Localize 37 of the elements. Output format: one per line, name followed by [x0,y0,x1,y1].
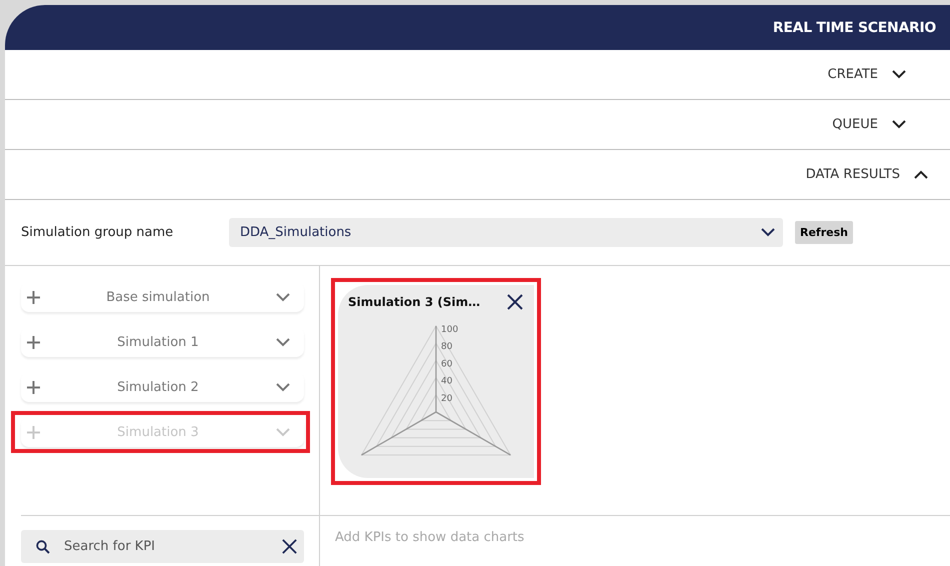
chevron-down-icon [761,228,775,237]
chevron-down-icon [276,292,290,302]
chevron-down-icon [276,382,290,392]
search-input[interactable]: Search for KPI [62,538,269,555]
section-header[interactable]: DATA RESULTS [5,150,950,200]
section-label: CREATE [828,67,878,82]
plus-icon[interactable] [27,380,40,394]
refresh-button[interactable]: Refresh [795,221,853,244]
plus-icon[interactable] [27,290,40,304]
axis-tick-label: 40 [441,376,452,387]
simulation-item[interactable]: Simulation 2 [21,372,304,402]
close-icon[interactable] [506,293,524,311]
group-select[interactable]: DDA_Simulations [229,218,783,247]
section-header[interactable]: QUEUE [5,100,950,150]
simulation-name: Simulation 1 [116,334,200,350]
plus-icon[interactable] [27,336,40,348]
search-field[interactable]: Search for KPI [21,530,304,563]
close-icon[interactable] [281,538,298,555]
simulation-name: Simulation 3 [116,424,200,440]
axis-tick-label: 100 [441,325,458,335]
chevron-down-icon [276,428,290,436]
simulation-item[interactable]: Base simulation [21,282,304,312]
axis-tick-label: 20 [441,394,452,404]
section-header[interactable]: CREATE [5,50,950,100]
section-label: DATA RESULTS [806,167,900,182]
axis-tick-label: 80 [441,342,452,352]
search-icon [36,540,50,554]
chevron-down-icon [276,338,290,346]
axis-tick-label: 60 [441,359,452,370]
field-label: Simulation group name [21,225,174,240]
empty-message: Add KPIs to show data charts [335,530,524,545]
header-title: REAL TIME SCENARIO [772,20,936,36]
simulation-name: Base simulation [105,290,211,304]
chart-title: Simulation 3 (Sim… [348,295,480,309]
simulation-name: Simulation 2 [116,380,200,394]
section-label: QUEUE [832,117,878,132]
simulation-item[interactable]: Simulation 1 [21,327,304,357]
